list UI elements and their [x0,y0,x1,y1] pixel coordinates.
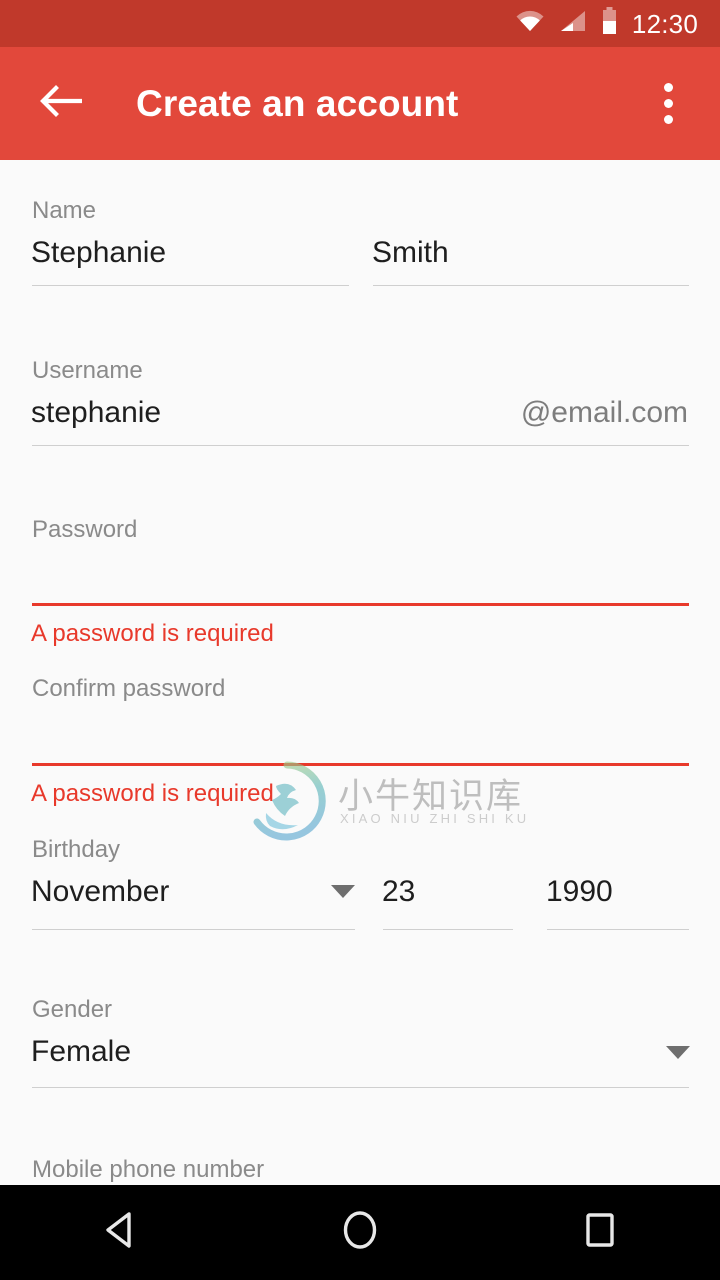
birthday-year-underline [547,929,689,930]
first-name-input[interactable]: Stephanie [31,236,166,270]
name-label: Name [32,197,97,224]
last-name-underline [373,285,689,286]
first-name-underline [32,285,349,286]
nav-back-icon [102,1210,138,1255]
birthday-month-select[interactable]: November [31,875,169,909]
status-bar-clock: 12:30 [631,8,698,39]
confirm-password-error-text: A password is required [31,780,274,807]
username-domain-suffix: @email.com [520,396,688,429]
password-error-text: A password is required [31,620,274,647]
gender-label: Gender [32,996,113,1023]
overflow-menu-icon-dot [663,99,673,108]
password-underline-error [32,603,689,606]
birthday-year-input[interactable]: 1990 [546,875,613,909]
birthday-month-underline [32,929,355,930]
password-label: Password [32,516,138,543]
watermark-text-en: XIAO NIU ZHI SHI KU [340,811,530,826]
confirm-password-label: Confirm password [32,675,226,702]
signup-form: Name Stephanie Smith Username stephanie … [0,160,720,1185]
mobile-phone-label: Mobile phone number [32,1156,265,1183]
username-label: Username [32,357,143,384]
birthday-label: Birthday [32,836,121,863]
status-bar: 12:30 [0,0,720,47]
watermark: 小牛知识库 XIAO NIU ZHI SHI KU [246,760,526,845]
confirm-password-underline-error [32,763,689,766]
nav-recents-button[interactable] [552,1185,648,1280]
cell-signal-icon [559,9,587,38]
gender-select[interactable]: Female [31,1035,131,1069]
back-button[interactable] [32,76,88,132]
wifi-icon [515,9,545,38]
birthday-day-underline [383,929,513,930]
username-input[interactable]: stephanie [31,396,161,430]
nav-home-icon [340,1208,380,1257]
chevron-down-icon[interactable] [331,885,355,898]
nav-recents-icon [581,1210,619,1255]
watermark-text-cn: 小牛知识库 [338,777,524,816]
page-title: Create an account [136,82,459,124]
android-nav-bar [0,1185,720,1280]
battery-icon [601,7,618,40]
gender-underline [32,1087,689,1088]
last-name-input[interactable]: Smith [372,236,449,270]
phone-screen: 12:30 Create an account Name Stephanie S… [0,0,720,1280]
app-bar: Create an account [0,47,720,160]
overflow-menu-button[interactable] [644,76,692,132]
username-underline [32,445,689,446]
back-arrow-icon [38,84,84,123]
overflow-menu-icon-dot [663,115,673,124]
chevron-down-icon[interactable] [666,1046,690,1059]
nav-home-button[interactable] [312,1185,408,1280]
overflow-menu-icon [663,83,673,92]
nav-back-button[interactable] [72,1185,168,1280]
birthday-day-input[interactable]: 23 [382,875,415,909]
